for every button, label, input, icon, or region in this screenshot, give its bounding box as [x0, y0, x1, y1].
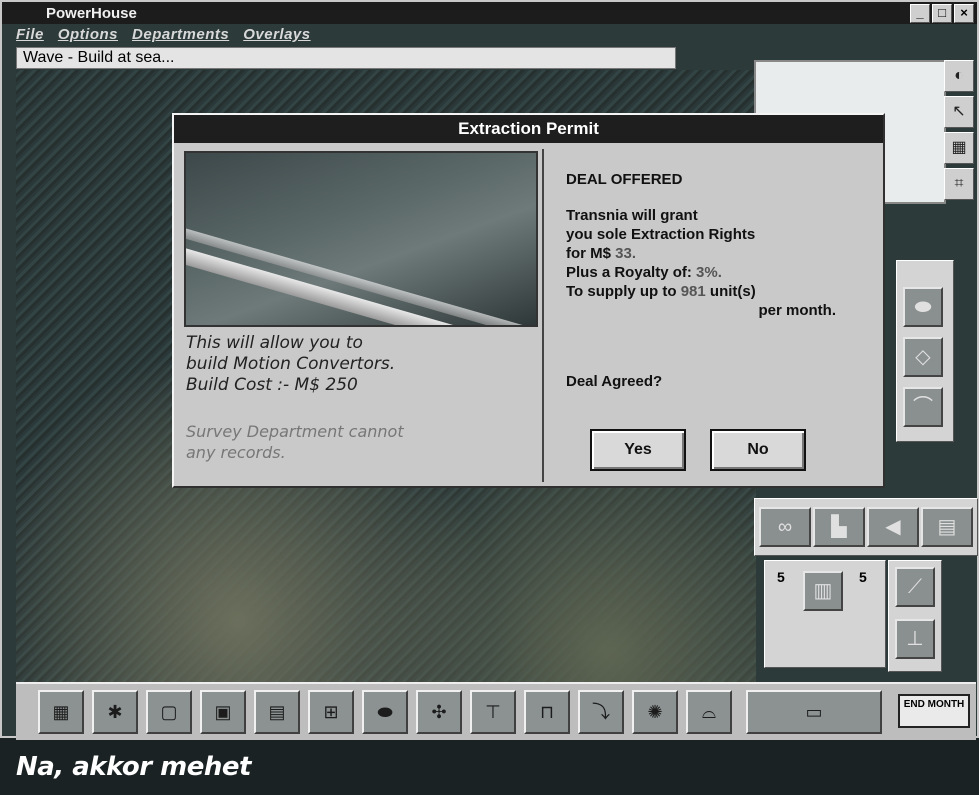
survey-line: any records. — [186, 443, 286, 462]
dialog-title: Extraction Permit — [174, 115, 883, 143]
toolbar-button[interactable]: ⊓ — [524, 690, 570, 734]
deal-agreed-label: Deal Agreed? — [566, 373, 663, 390]
toolbar-button[interactable]: ⊞ — [308, 690, 354, 734]
toolbar-button[interactable]: ✺ — [632, 690, 678, 734]
magazine-caption: Na, akkor mehet — [16, 752, 251, 782]
toolbar-button[interactable]: ⤵ — [578, 690, 624, 734]
menu-departments[interactable]: Departments — [132, 26, 229, 46]
binoculars-icon[interactable]: ∞ — [759, 507, 811, 547]
deal-line: per month. — [758, 302, 837, 319]
title-bar: PowerHouse _ □ × — [2, 2, 977, 24]
factory-icon[interactable]: ▙ — [813, 507, 865, 547]
counter-panel: 5 5 ▥ — [764, 560, 886, 668]
toolbar-button[interactable]: ▣ — [200, 690, 246, 734]
deal-line: you sole Extraction Rights — [566, 226, 756, 243]
document-icon[interactable]: ▤ — [921, 507, 973, 547]
pipeline-photo — [184, 151, 538, 327]
yes-button[interactable]: Yes — [590, 429, 686, 471]
structure-icon[interactable]: ▥ — [803, 571, 843, 611]
cable-icon[interactable]: ⌒ — [903, 387, 943, 427]
toolbar-button[interactable]: ⬬ — [362, 690, 408, 734]
tool-panel: ⟋ ⊥ — [888, 560, 942, 672]
toolbar-button[interactable]: ⊤ — [470, 690, 516, 734]
status-line: Wave - Build at sea... — [16, 47, 676, 69]
info-line: This will allow you to — [186, 333, 363, 353]
wrench-icon[interactable]: ⟋ — [895, 567, 935, 607]
end-month-button[interactable]: END MONTH — [898, 694, 970, 728]
toolbar-button[interactable]: ▦ — [38, 690, 84, 734]
grid-icon[interactable]: ▦ — [944, 132, 974, 164]
deal-details: DEAL OFFERED Transnia will grant you sol… — [566, 171, 866, 320]
menu-options[interactable]: Options — [58, 26, 118, 46]
building-panel: ∞ ▙ ◀ ▤ — [754, 498, 978, 556]
royalty-line: Plus a Royalty of: 3%. — [566, 263, 866, 282]
deal-cost-line: for M$ 33. — [566, 244, 866, 263]
globe-icon[interactable]: ◐ — [944, 60, 974, 92]
build-cost: Build Cost :- M$ 250 — [186, 375, 358, 395]
pointer-icon[interactable]: ↖ — [944, 96, 974, 128]
deal-heading: DEAL OFFERED — [566, 171, 683, 188]
supply-value: 981 — [680, 283, 706, 300]
supply-line: To supply up to 981 unit(s) — [566, 282, 866, 301]
deal-line-label: unit(s) — [709, 283, 756, 300]
window-title: PowerHouse — [46, 5, 137, 22]
extraction-permit-dialog: Extraction Permit This will allow you to… — [172, 113, 885, 488]
deal-line: Transnia will grant — [566, 207, 698, 224]
toolbar-button[interactable]: ✱ — [92, 690, 138, 734]
deal-line-label: To supply up to — [566, 283, 677, 300]
map-icon[interactable]: ⌗ — [944, 168, 974, 200]
deal-line-label: Plus a Royalty of: — [566, 264, 692, 281]
side-tool-column: ◐ ↖ ▦ ⌗ — [944, 60, 974, 204]
minimize-button[interactable]: _ — [910, 4, 930, 23]
survey-note: Survey Department cannot any records. — [186, 421, 536, 463]
menu-file[interactable]: File — [16, 26, 44, 46]
menu-bar: File Options Departments Overlays — [16, 26, 311, 46]
close-button[interactable]: × — [954, 4, 974, 23]
right-counter: 5 — [859, 569, 867, 585]
dialog-info-panel: This will allow you to build Motion Conv… — [180, 149, 544, 482]
light-icon[interactable]: ◇ — [903, 337, 943, 377]
left-counter: 5 — [777, 569, 785, 585]
shovel-icon[interactable]: ⊥ — [895, 619, 935, 659]
info-line: build Motion Convertors. — [186, 354, 396, 374]
deal-cost-value: 33. — [615, 245, 637, 262]
royalty-value: 3%. — [696, 264, 722, 281]
helmet-icon[interactable]: ⬬ — [903, 287, 943, 327]
build-info: This will allow you to build Motion Conv… — [186, 333, 536, 396]
toolbar-button[interactable]: ▤ — [254, 690, 300, 734]
deal-line-label: for M$ — [566, 245, 611, 262]
right-tool-panel: ⬬ ◇ ⌒ — [896, 260, 954, 442]
maximize-button[interactable]: □ — [932, 4, 952, 23]
toolbar-button[interactable]: ⌓ — [686, 690, 732, 734]
survey-line: Survey Department cannot — [186, 422, 404, 441]
toolbar-button[interactable]: ✣ — [416, 690, 462, 734]
bottom-toolbar: ▦ ✱ ▢ ▣ ▤ ⊞ ⬬ ✣ ⊤ ⊓ ⤵ ✺ ⌓ ▭ END MONTH — [16, 682, 976, 740]
megaphone-icon[interactable]: ◀ — [867, 507, 919, 547]
sea-scene-button[interactable]: ▭ — [746, 690, 882, 734]
no-button[interactable]: No — [710, 429, 806, 471]
toolbar-button[interactable]: ▢ — [146, 690, 192, 734]
menu-overlays[interactable]: Overlays — [243, 26, 310, 46]
